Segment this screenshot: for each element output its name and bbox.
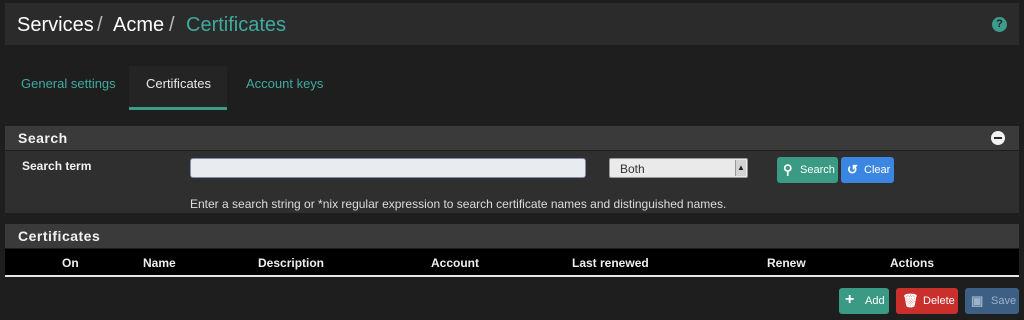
delete-button-label: Delete [923, 295, 955, 307]
breadcrumb-services[interactable]: Services [17, 14, 94, 37]
column-actions[interactable]: Actions [890, 256, 934, 270]
breadcrumb-acme[interactable]: Acme [113, 14, 164, 37]
certificates-panel-header: Certificates [5, 224, 1019, 248]
add-button[interactable]: + Add [839, 288, 889, 314]
search-panel-header: Search [5, 126, 1019, 150]
page-header: Services / Acme / Certificates ? [5, 3, 1019, 45]
plus-icon: + [845, 291, 855, 308]
search-scope-select[interactable]: Both ▲ [609, 158, 748, 178]
column-renew[interactable]: Renew [767, 256, 806, 270]
breadcrumb-separator: / [169, 14, 175, 36]
dropdown-arrow-icon: ▲ [735, 160, 746, 176]
page-title: Certificates [186, 14, 287, 36]
save-icon: ▣ [971, 293, 984, 308]
search-input[interactable] [190, 158, 586, 178]
tab-certificates[interactable]: Certificates [146, 76, 211, 91]
save-button-label: Save [991, 295, 1017, 307]
column-description[interactable]: Description [258, 256, 324, 270]
search-button[interactable]: ⚲ Search [777, 157, 838, 183]
search-button-label: Search [800, 164, 835, 176]
tab-account-keys[interactable]: Account keys [246, 76, 323, 91]
delete-button[interactable]: 🗑 Delete [896, 288, 958, 314]
save-button[interactable]: ▣ Save [965, 288, 1019, 314]
column-account[interactable]: Account [431, 256, 479, 270]
search-term-label: Search term [22, 159, 92, 173]
tab-general-settings[interactable]: General settings [21, 76, 116, 91]
help-icon[interactable]: ? [992, 17, 1007, 32]
search-panel-title: Search [18, 130, 68, 146]
search-scope-value: Both [620, 162, 645, 176]
search-panel-body: Search term Both ▲ ⚲ Search ↺ Clear Ente… [5, 151, 1019, 213]
clear-button-label: Clear [864, 164, 891, 176]
add-button-label: Add [865, 295, 885, 307]
minus-circle-icon[interactable] [991, 131, 1005, 145]
search-icon: ⚲ [783, 162, 793, 177]
clear-button[interactable]: ↺ Clear [841, 157, 894, 183]
undo-icon: ↺ [847, 162, 858, 177]
column-last-renewed[interactable]: Last renewed [572, 256, 649, 270]
column-on[interactable]: On [62, 256, 79, 270]
column-name[interactable]: Name [143, 256, 176, 270]
breadcrumb-separator: / [97, 14, 103, 36]
certificates-panel-title: Certificates [18, 228, 101, 244]
certificates-table-header: On Name Description Account Last renewed… [5, 249, 1019, 277]
search-help-text: Enter a search string or *nix regular ex… [190, 197, 727, 211]
trash-icon: 🗑 [902, 293, 919, 308]
